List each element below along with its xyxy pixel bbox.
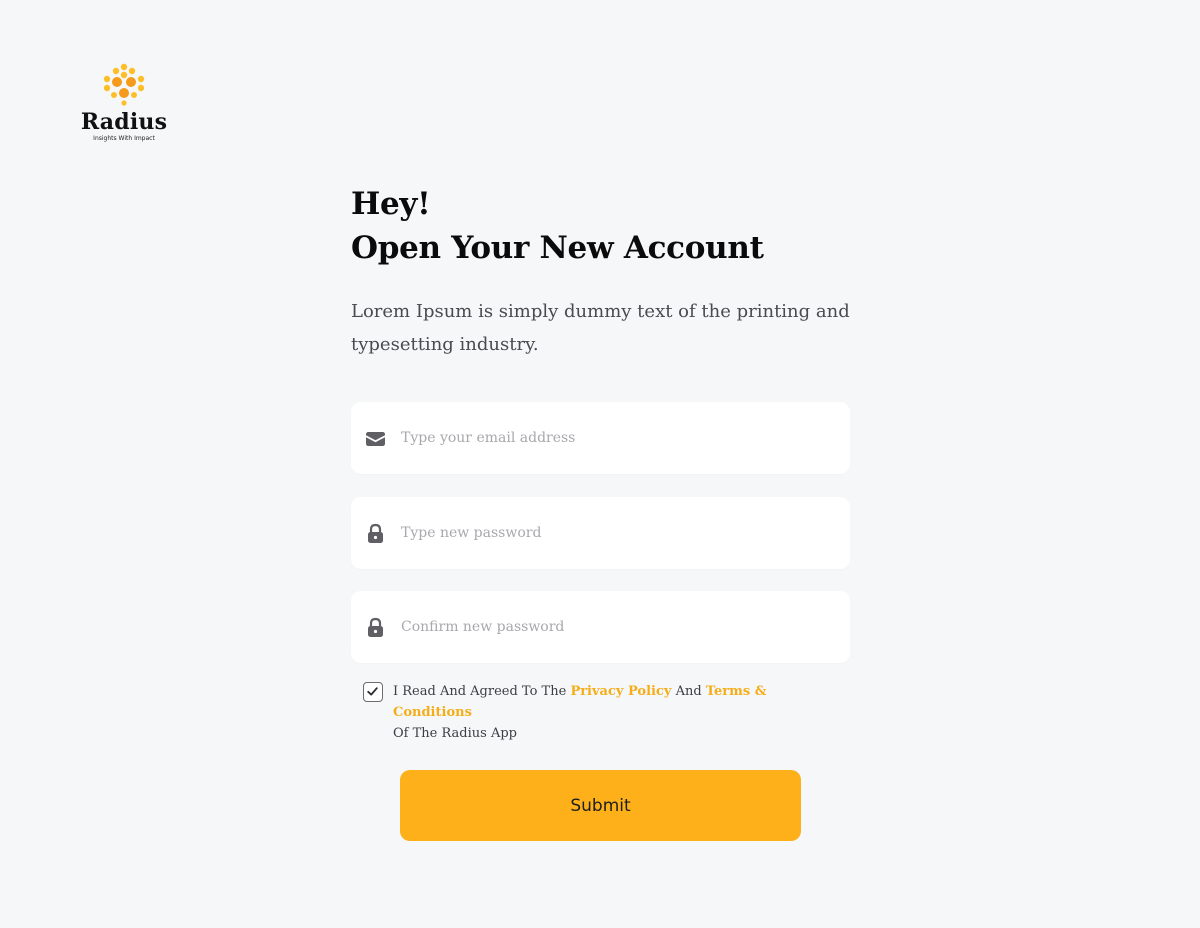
submit-button[interactable]: Submit [400, 770, 801, 841]
confirm-password-input[interactable] [401, 591, 831, 663]
page-title: Hey! Open Your New Account [351, 182, 850, 270]
password-field[interactable] [351, 497, 850, 569]
agreement-middle: And [675, 684, 702, 699]
brand-tagline: Insights With Impact [93, 135, 155, 142]
envelope-icon [366, 432, 385, 446]
brand-name: Radius [80, 109, 168, 135]
email-input[interactable] [401, 402, 831, 474]
email-field[interactable] [351, 402, 850, 474]
lock-icon [368, 617, 383, 637]
lock-icon [368, 523, 383, 543]
agreement-text: I Read And Agreed To The Privacy Policy … [393, 681, 843, 744]
signup-panel: Hey! Open Your New Account Lorem Ipsum i… [351, 182, 850, 741]
radius-logo-icon [103, 63, 145, 106]
title-main: Open Your New Account [351, 230, 764, 266]
privacy-policy-link[interactable]: Privacy Policy [570, 684, 671, 699]
agreement-prefix: I Read And Agreed To The [393, 684, 567, 699]
confirm-password-field[interactable] [351, 591, 850, 663]
checkmark-icon [367, 687, 378, 696]
agreement-checkbox[interactable] [363, 682, 383, 702]
brand-logo: Radius Insights With Impact [78, 62, 170, 143]
agreement-suffix: Of The Radius App [393, 726, 517, 741]
title-greeting: Hey! [351, 186, 431, 222]
password-input[interactable] [401, 497, 831, 569]
page-subtitle: Lorem Ipsum is simply dummy text of the … [351, 301, 850, 355]
